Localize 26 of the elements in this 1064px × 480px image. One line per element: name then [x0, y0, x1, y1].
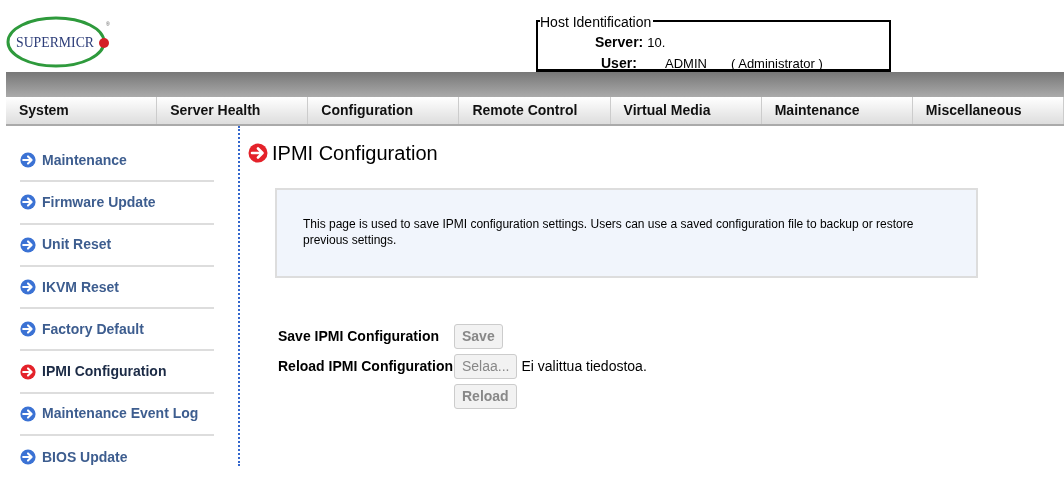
panel-title: Host Identification	[540, 14, 654, 30]
page-title: IPMI Configuration	[272, 141, 438, 166]
sidebar-item[interactable]: Maintenance	[20, 140, 214, 183]
file-status: Ei valittua tiedostoa.	[521, 357, 647, 376]
server-label: Server:	[595, 33, 644, 52]
sidebar-item[interactable]: Maintenance Event Log	[20, 393, 214, 437]
user-value: ADMIN	[665, 55, 708, 73]
menu-tab[interactable]: Remote Control	[459, 97, 611, 124]
menu-tab[interactable]: Miscellaneous	[912, 97, 1064, 124]
sidebar-item[interactable]: Firmware Update	[20, 182, 214, 225]
field-label: Reload IPMI Configuration	[278, 357, 454, 376]
menu-tab[interactable]: Virtual Media	[610, 97, 762, 124]
menu-tab[interactable]: Maintenance	[761, 97, 913, 124]
menu-tab[interactable]: Configuration	[308, 97, 460, 124]
description-text: This page is used to save IPMI configuration settings. Users can use a saved configuration file to backup or restore previous settings.	[303, 216, 915, 248]
arrow-icon	[20, 194, 36, 211]
sidebar-item[interactable]: Factory Default	[20, 309, 214, 352]
menu-tab[interactable]: System	[6, 97, 158, 124]
sidebar-item[interactable]: IKVM Reset	[20, 266, 214, 310]
menu-tab[interactable]: Server Health	[157, 97, 309, 124]
user-label: User:	[601, 54, 638, 73]
sidebar-item[interactable]: BIOS Update	[20, 436, 214, 479]
sidebar-item[interactable]: Unit Reset	[20, 224, 214, 267]
server-value: 10.	[647, 34, 666, 52]
field-label: Save IPMI Configuration	[278, 327, 440, 346]
sidebar-item[interactable]: IPMI Configuration	[20, 351, 214, 394]
